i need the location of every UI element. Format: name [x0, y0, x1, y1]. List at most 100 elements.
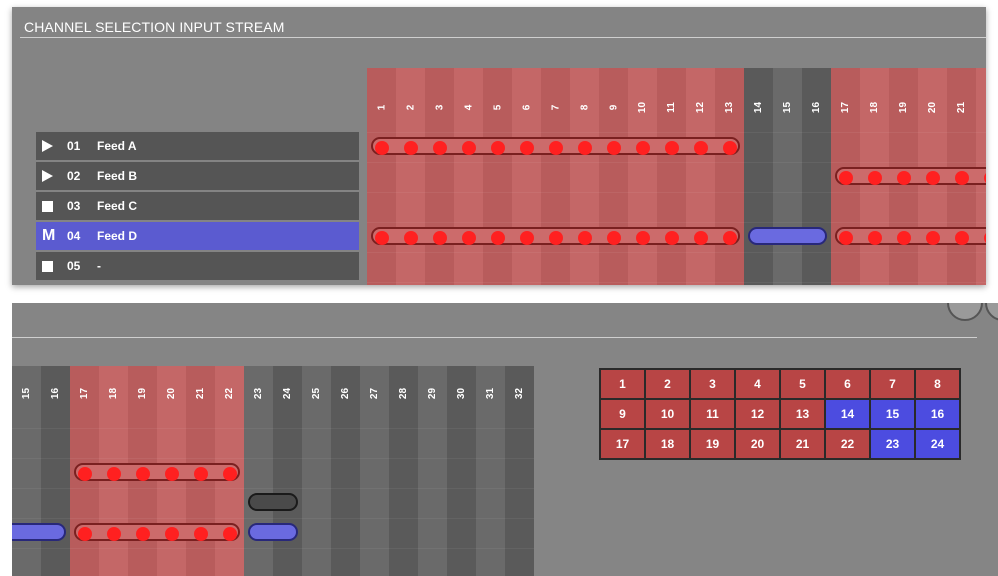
- row-divider: [831, 222, 860, 223]
- grid-channel-cell[interactable]: 11: [689, 398, 736, 430]
- channel-column-10[interactable]: 10: [628, 68, 657, 285]
- grid-channel-cell[interactable]: 12: [734, 398, 781, 430]
- grid-channel-cell[interactable]: 20: [734, 428, 781, 460]
- grid-channel-cell[interactable]: 13: [779, 398, 826, 430]
- channel-assignment-bar[interactable]: [12, 523, 66, 541]
- channel-column-15[interactable]: 15: [773, 68, 802, 285]
- channel-column-7[interactable]: 7: [541, 68, 570, 285]
- channel-column-16[interactable]: 16: [802, 68, 831, 285]
- grid-channel-cell[interactable]: 17: [599, 428, 646, 460]
- channel-dot: [135, 467, 150, 481]
- grid-channel-cell[interactable]: 4: [734, 368, 781, 400]
- column-header: 30: [447, 378, 476, 408]
- knob-control[interactable]: [985, 303, 998, 321]
- column-number: 13: [724, 101, 735, 113]
- play-icon[interactable]: [42, 162, 53, 190]
- channel-column-12[interactable]: 12: [686, 68, 715, 285]
- channel-column-26[interactable]: 26: [331, 366, 360, 576]
- grid-channel-cell[interactable]: 6: [824, 368, 871, 400]
- channel-column-11[interactable]: 11: [657, 68, 686, 285]
- column-header: 19: [889, 92, 918, 122]
- channel-row[interactable]: 02 Feed B: [36, 162, 359, 190]
- channel-column-3[interactable]: 3: [425, 68, 454, 285]
- channel-column-31[interactable]: 31: [476, 366, 505, 576]
- channel-dot: [461, 231, 476, 245]
- row-divider: [273, 488, 302, 489]
- grid-channel-cell[interactable]: 7: [869, 368, 916, 400]
- channel-assignment-bar[interactable]: [371, 227, 740, 245]
- grid-channel-cell[interactable]: 14: [824, 398, 871, 430]
- grid-channel-cell[interactable]: 22: [824, 428, 871, 460]
- channel-assignment-bar[interactable]: [74, 463, 240, 481]
- channel-row[interactable]: 05 -: [36, 252, 359, 280]
- channel-column-4[interactable]: 4: [454, 68, 483, 285]
- row-divider: [476, 518, 505, 519]
- column-header: 2: [396, 92, 425, 122]
- channel-row[interactable]: M 04 Feed D: [36, 222, 359, 250]
- column-number: 23: [253, 387, 264, 399]
- channel-dot: [635, 231, 650, 245]
- row-divider: [657, 132, 686, 133]
- channel-assignment-bar[interactable]: [371, 137, 740, 155]
- row-divider: [244, 428, 273, 429]
- grid-channel-cell[interactable]: 5: [779, 368, 826, 400]
- grid-channel-cell[interactable]: 19: [689, 428, 736, 460]
- play-icon[interactable]: [42, 132, 53, 160]
- channel-column-25[interactable]: 25: [302, 366, 331, 576]
- row-divider: [512, 162, 541, 163]
- grid-channel-cell[interactable]: 16: [914, 398, 961, 430]
- channel-column-32[interactable]: 32: [505, 366, 534, 576]
- channel-column-13[interactable]: 13: [715, 68, 744, 285]
- square-icon[interactable]: [42, 192, 53, 220]
- grid-channel-cell[interactable]: 24: [914, 428, 961, 460]
- channel-column-27[interactable]: 27: [360, 366, 389, 576]
- grid-channel-cell[interactable]: 15: [869, 398, 916, 430]
- column-number: 6: [521, 104, 532, 110]
- monitor-icon[interactable]: M: [42, 222, 55, 250]
- grid-channel-cell[interactable]: 8: [914, 368, 961, 400]
- channel-column-23[interactable]: 23: [244, 366, 273, 576]
- channel-row[interactable]: 01 Feed A: [36, 132, 359, 160]
- grid-channel-cell[interactable]: 9: [599, 398, 646, 430]
- knob-control[interactable]: [947, 303, 983, 321]
- row-divider: [389, 458, 418, 459]
- title-underline: [20, 37, 986, 38]
- grid-channel-cell[interactable]: 2: [644, 368, 691, 400]
- channel-column-28[interactable]: 28: [389, 366, 418, 576]
- grid-channel-cell[interactable]: 21: [779, 428, 826, 460]
- row-divider: [273, 518, 302, 519]
- channel-column-16[interactable]: 16: [41, 366, 70, 576]
- channel-column-30[interactable]: 30: [447, 366, 476, 576]
- row-divider: [715, 222, 744, 223]
- channel-column-9[interactable]: 9: [599, 68, 628, 285]
- channel-column-5[interactable]: 5: [483, 68, 512, 285]
- grid-channel-cell[interactable]: 1: [599, 368, 646, 400]
- row-divider: [360, 548, 389, 549]
- row-divider: [99, 548, 128, 549]
- channel-column-1[interactable]: 1: [367, 68, 396, 285]
- channel-column-6[interactable]: 6: [512, 68, 541, 285]
- channel-assignment-bar[interactable]: [248, 523, 298, 541]
- channel-assignment-bar[interactable]: [748, 227, 827, 245]
- grid-channel-cell[interactable]: 3: [689, 368, 736, 400]
- channel-assignment-bar[interactable]: [835, 227, 986, 245]
- channel-row[interactable]: 03 Feed C: [36, 192, 359, 220]
- channel-dot: [548, 141, 563, 155]
- channel-column-24[interactable]: 24: [273, 366, 302, 576]
- column-header: 1: [367, 92, 396, 122]
- channel-column-2[interactable]: 2: [396, 68, 425, 285]
- square-icon[interactable]: [42, 252, 53, 280]
- grid-channel-cell[interactable]: 18: [644, 428, 691, 460]
- grid-channel-cell[interactable]: 23: [869, 428, 916, 460]
- channel-column-15[interactable]: 15: [12, 366, 41, 576]
- channel-column-29[interactable]: 29: [418, 366, 447, 576]
- channel-assignment-bar[interactable]: [835, 167, 986, 185]
- channel-column-14[interactable]: 14: [744, 68, 773, 285]
- channel-assignment-bar[interactable]: [248, 493, 298, 511]
- channel-column-8[interactable]: 8: [570, 68, 599, 285]
- grid-channel-cell[interactable]: 10: [644, 398, 691, 430]
- row-divider: [331, 428, 360, 429]
- row-divider: [483, 222, 512, 223]
- channel-assignment-bar[interactable]: [74, 523, 240, 541]
- row-divider: [454, 132, 483, 133]
